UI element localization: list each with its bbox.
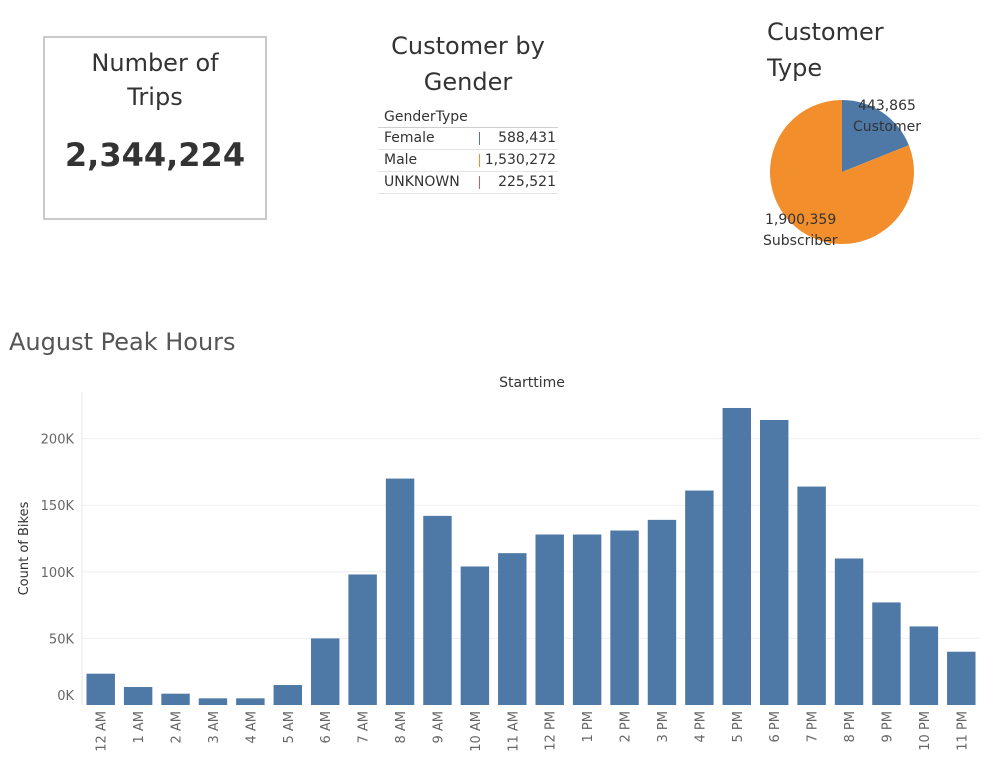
gender-column-header: GenderType — [378, 107, 558, 128]
y-tick-label: 200K — [41, 433, 75, 448]
gender-bar-mark — [479, 154, 480, 167]
pie-value-subscriber: 1,900,359 — [765, 212, 837, 228]
bar-4-pm — [685, 490, 714, 705]
y-tick-label: 50K — [49, 632, 75, 647]
y-tick-label: 100K — [41, 566, 75, 581]
bar-5-am — [273, 685, 303, 705]
bar-7-am — [348, 574, 377, 705]
kpi-value: 2,344,224 — [64, 136, 246, 174]
x-tick-label: 1 AM — [132, 711, 147, 744]
gender-table: GenderType Female 588,431 Male 1,530,272 UNK… — [378, 107, 558, 194]
x-tick-label: 11 PM — [955, 711, 970, 751]
bar-3-pm — [647, 519, 677, 705]
x-tick-label: 3 PM — [656, 711, 671, 742]
pie-name-subscriber: Subscriber — [763, 233, 838, 249]
bar-11-am — [498, 553, 527, 705]
bar-5-pm — [722, 407, 752, 705]
bar-9-pm — [872, 602, 901, 705]
bar-3-am — [198, 698, 228, 705]
x-tick-label: 1 PM — [581, 711, 596, 742]
x-tick-label: 10 AM — [469, 711, 484, 752]
bar-1-am — [123, 687, 153, 705]
pie-name-customer: Customer — [853, 119, 922, 135]
kpi-title: Number of Trips — [91, 49, 219, 111]
x-tick-label: 3 AM — [207, 711, 222, 744]
x-tick-label: 9 AM — [431, 711, 446, 744]
bar-9-am — [423, 515, 452, 705]
x-tick-label: 10 PM — [918, 711, 933, 751]
x-tick-label: 2 AM — [170, 711, 185, 744]
customer-type-title: Customer Type — [767, 18, 884, 82]
x-tick-label: 4 PM — [693, 711, 708, 742]
peak-hours-bar-chart: Starttime Count of Bikes 0K 50K 100K 150K 200K… — [17, 375, 980, 752]
x-tick-label: 12 AM — [95, 711, 110, 752]
x-tick-label: 7 AM — [357, 711, 372, 744]
bar-11-pm — [947, 651, 976, 705]
bar-6-am — [310, 638, 340, 705]
x-tick-label: 7 PM — [806, 711, 821, 742]
y-tick-label: 0K — [57, 689, 74, 704]
x-tick-label: 5 AM — [282, 711, 297, 744]
pie-value-customer: 443,865 — [858, 98, 916, 114]
gender-row: Female 588,431 — [378, 128, 558, 150]
gender-label: UNKNOWN — [384, 174, 460, 190]
pie-label-customer: 443,865 Customer — [853, 96, 921, 138]
gender-row: Male 1,530,272 — [378, 150, 558, 172]
bar-2-am — [161, 693, 190, 705]
gender-label: Female — [384, 130, 435, 146]
y-tick-label: 150K — [41, 499, 75, 514]
x-tick-label: 6 AM — [319, 711, 334, 744]
trips-kpi-card: Number of Trips 2,344,224 — [43, 36, 267, 220]
y-axis-title: Count of Bikes — [17, 501, 32, 595]
gender-row: UNKNOWN 225,521 — [378, 172, 558, 194]
bar-6-pm — [759, 419, 789, 705]
gender-title: Customer by Gender — [391, 32, 545, 96]
bar-2-pm — [610, 530, 639, 705]
gender-value: 225,521 — [498, 174, 556, 190]
bar-10-pm — [909, 626, 939, 705]
gender-value: 588,431 — [498, 130, 556, 146]
peak-hours-title: August Peak Hours — [9, 328, 236, 356]
x-tick-label: 4 AM — [244, 711, 259, 744]
gender-bar-mark — [479, 176, 480, 189]
gender-bar-mark — [479, 132, 480, 145]
bar-12-pm — [535, 534, 564, 705]
x-axis-title: Starttime — [499, 375, 565, 391]
gender-label: Male — [384, 152, 418, 168]
x-tick-label: 8 AM — [394, 711, 409, 744]
bar-1-pm — [572, 534, 602, 705]
bar-12-am — [86, 673, 115, 705]
bar-8-pm — [834, 558, 864, 705]
x-tick-label: 8 PM — [843, 711, 858, 742]
gender-value: 1,530,272 — [484, 152, 556, 168]
x-tick-label: 12 PM — [544, 711, 559, 751]
pie-label-subscriber: 1,900,359 Subscriber — [763, 210, 838, 252]
x-tick-label: 9 PM — [880, 711, 895, 742]
bar-8-am — [385, 478, 415, 705]
x-tick-label: 11 AM — [506, 711, 521, 752]
x-tick-label: 5 PM — [731, 711, 746, 742]
bar-10-am — [460, 566, 490, 705]
x-tick-label: 6 PM — [768, 711, 783, 742]
bar-4-am — [236, 698, 265, 705]
x-tick-label: 2 PM — [619, 711, 634, 742]
bar-7-pm — [797, 486, 826, 705]
